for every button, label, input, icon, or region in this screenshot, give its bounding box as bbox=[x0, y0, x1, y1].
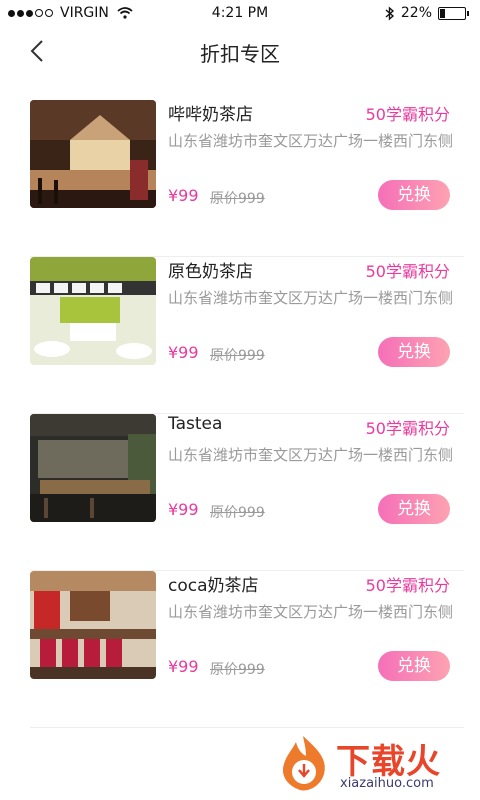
status-right: 22% bbox=[385, 5, 469, 21]
store-name: Tastea bbox=[168, 414, 223, 434]
store-photo bbox=[30, 100, 156, 208]
store-photo bbox=[30, 257, 156, 365]
list-item[interactable]: Tastea 50学霸积分 山东省潍坊市奎文区万达广场一楼西门东侧 ¥99 原价… bbox=[30, 414, 464, 571]
list-item[interactable]: 哔哔奶茶店 50学霸积分 山东省潍坊市奎文区万达广场一楼西门东侧 ¥99 原价9… bbox=[30, 100, 464, 257]
store-address: 山东省潍坊市奎文区万达广场一楼西门东侧 bbox=[168, 132, 454, 150]
points-label: 50学霸积分 bbox=[365, 262, 450, 281]
battery-percent: 22% bbox=[400, 5, 432, 21]
original-price: 原价999 bbox=[210, 662, 265, 678]
redeem-button[interactable]: 兑换 bbox=[378, 651, 450, 681]
original-price: 原价999 bbox=[210, 191, 265, 207]
price: ¥99 bbox=[168, 500, 199, 519]
store-name: 哔哔奶茶店 bbox=[168, 105, 253, 125]
store-name: 原色奶茶店 bbox=[168, 262, 253, 282]
store-address: 山东省潍坊市奎文区万达广场一楼西门东侧 bbox=[168, 446, 454, 464]
redeem-button[interactable]: 兑换 bbox=[378, 180, 450, 210]
nav-bar: 折扣专区 bbox=[0, 28, 480, 74]
list-item[interactable]: coca奶茶店 50学霸积分 山东省潍坊市奎文区万达广场一楼西门东侧 ¥99 原… bbox=[30, 571, 464, 728]
page-title: 折扣专区 bbox=[200, 42, 280, 66]
battery-icon bbox=[438, 6, 469, 20]
store-address: 山东省潍坊市奎文区万达广场一楼西门东侧 bbox=[168, 603, 454, 621]
price: ¥99 bbox=[168, 186, 199, 205]
price: ¥99 bbox=[168, 343, 199, 362]
watermark-logo: 下载火 xiazaihuo.com bbox=[272, 732, 472, 794]
store-name: coca奶茶店 bbox=[168, 576, 259, 596]
original-price: 原价999 bbox=[210, 505, 265, 521]
original-price: 原价999 bbox=[210, 348, 265, 364]
redeem-button[interactable]: 兑换 bbox=[378, 494, 450, 524]
status-bar: VIRGIN 4:21 PM 22% bbox=[0, 0, 480, 28]
points-label: 50学霸积分 bbox=[365, 576, 450, 595]
store-address: 山东省潍坊市奎文区万达广场一楼西门东侧 bbox=[168, 289, 454, 307]
list-item[interactable]: 原色奶茶店 50学霸积分 山东省潍坊市奎文区万达广场一楼西门东侧 ¥99 原价9… bbox=[30, 257, 464, 414]
store-photo bbox=[30, 414, 156, 522]
flame-logo-icon bbox=[282, 736, 325, 791]
points-label: 50学霸积分 bbox=[365, 419, 450, 438]
watermark-url: xiazaihuo.com bbox=[340, 776, 434, 791]
bluetooth-icon bbox=[385, 5, 394, 21]
store-photo bbox=[30, 571, 156, 679]
points-label: 50学霸积分 bbox=[365, 105, 450, 124]
redeem-button[interactable]: 兑换 bbox=[378, 337, 450, 367]
price: ¥99 bbox=[168, 657, 199, 676]
